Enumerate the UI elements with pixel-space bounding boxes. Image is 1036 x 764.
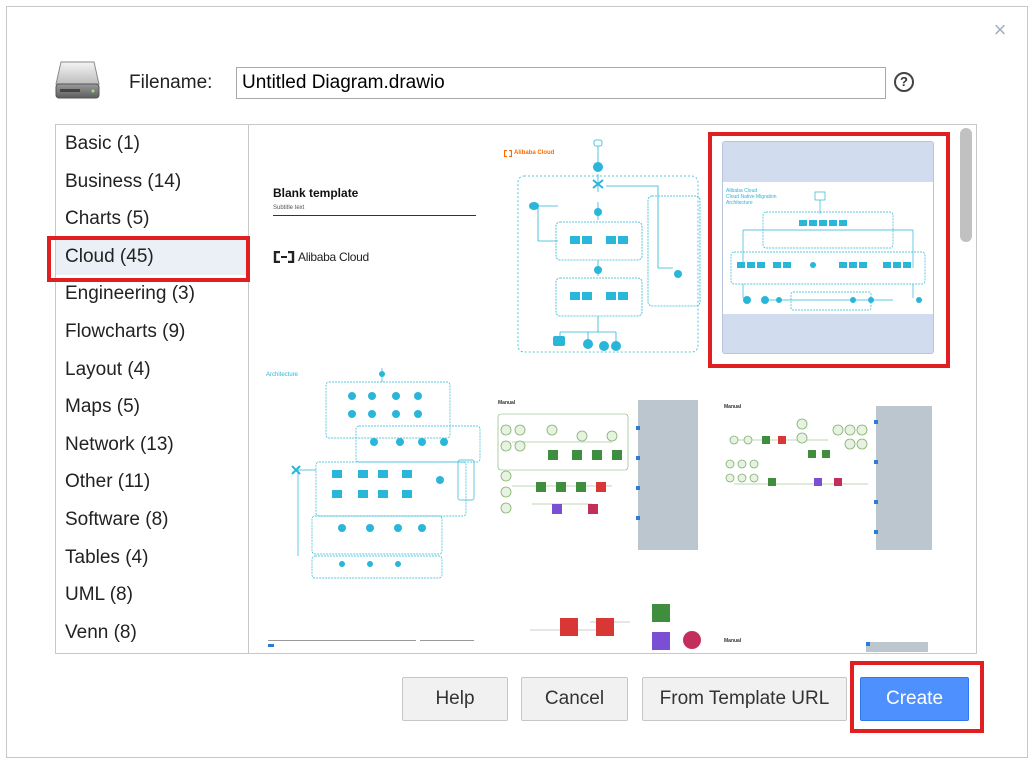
template-thumb-cloud-migration[interactable]: Alibaba Cloud Cloud Native Migration Arc… (722, 141, 934, 354)
category-list: Basic (1) Business (14) Charts (5) Cloud… (56, 125, 249, 653)
from-template-url-button[interactable]: From Template URL (642, 677, 847, 721)
category-item-tables[interactable]: Tables (4) (56, 539, 248, 577)
create-button[interactable]: Create (860, 677, 969, 721)
filename-input[interactable] (236, 67, 886, 99)
diagram-preview (530, 604, 701, 650)
blank-template-rule (273, 215, 476, 216)
template-scrollbar-thumb[interactable] (960, 128, 972, 242)
category-item-cloud[interactable]: Cloud (45) (56, 237, 248, 276)
template-thumb-manual-aws[interactable]: Manual (492, 396, 704, 554)
diagram-preview (268, 640, 474, 647)
filename-label: Filename: (129, 72, 213, 93)
cancel-button[interactable]: Cancel (521, 677, 628, 721)
diagram-preview (730, 191, 926, 311)
category-item-engineering[interactable]: Engineering (3) (56, 275, 248, 313)
category-item-maps[interactable]: Maps (5) (56, 388, 248, 426)
category-item-network[interactable]: Network (13) (56, 426, 248, 464)
diagram-preview (866, 642, 928, 652)
blank-template-title: Blank template (273, 186, 359, 200)
category-item-layout[interactable]: Layout (4) (56, 351, 248, 389)
template-thumb-row3-2[interactable] (520, 602, 710, 652)
close-icon[interactable]: × (992, 19, 1008, 41)
diagram-preview (291, 368, 481, 579)
diagram-preview (725, 406, 932, 550)
category-item-software[interactable]: Software (8) (56, 501, 248, 539)
category-item-flowcharts[interactable]: Flowcharts (9) (56, 313, 248, 351)
template-thumb-architecture[interactable]: Architecture (262, 360, 484, 580)
hard-disk-icon (55, 61, 100, 99)
diagram-preview (497, 400, 698, 550)
template-thumb-alibaba-flow[interactable]: Alibaba Cloud (498, 136, 704, 354)
template-thumb-row3-1[interactable] (262, 630, 484, 652)
category-item-basic[interactable]: Basic (1) (56, 125, 248, 163)
category-item-charts[interactable]: Charts (5) (56, 200, 248, 238)
diagram-preview (517, 139, 701, 353)
category-item-venn[interactable]: Venn (8) (56, 614, 248, 652)
category-item-business[interactable]: Business (14) (56, 163, 248, 201)
template-thumb-blank[interactable]: Blank template Subtitle text Alibaba Clo… (262, 136, 484, 354)
category-item-other[interactable]: Other (11) (56, 463, 248, 501)
alibaba-logo-icon (273, 251, 295, 263)
template-thumb-manual-2[interactable]: Manual (718, 400, 936, 552)
category-item-uml[interactable]: UML (8) (56, 576, 248, 614)
blank-template-subtitle: Subtitle text (273, 205, 305, 211)
question-circle-icon[interactable]: ? (894, 72, 914, 92)
help-button[interactable]: Help (402, 677, 508, 721)
blank-template-logo-text: Alibaba Cloud (298, 250, 369, 264)
template-thumb-row3-3[interactable]: Manual (718, 630, 936, 652)
